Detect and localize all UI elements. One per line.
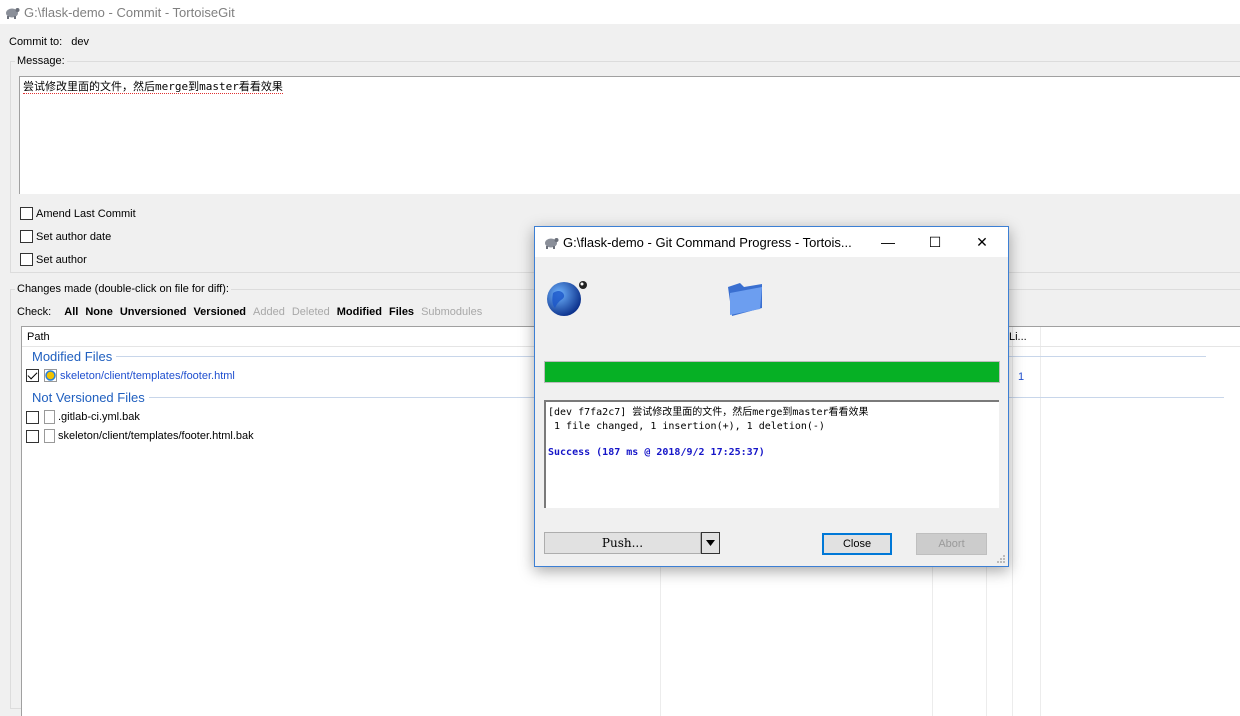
window-titlebar: G:\flask-demo - Commit - TortoiseGit xyxy=(0,0,1240,24)
close-window-button[interactable]: ✕ xyxy=(959,227,1005,257)
check-label: Check: xyxy=(17,306,52,318)
author-date-checkbox[interactable] xyxy=(20,230,33,243)
file-row-footer-html[interactable]: skeleton/client/templates/footer.html xyxy=(26,369,235,382)
file-row-footer-html-bak[interactable]: skeleton/client/templates/footer.html.ba… xyxy=(26,429,254,443)
progress-fill xyxy=(545,362,999,382)
amend-label: Amend Last Commit xyxy=(36,207,136,220)
author-checkbox[interactable] xyxy=(20,253,33,266)
minimize-button[interactable]: — xyxy=(865,227,911,257)
set-author-option[interactable]: Set author xyxy=(20,253,87,266)
column-path[interactable]: Path xyxy=(27,331,50,343)
dialog-titlebar[interactable]: G:\flask-demo - Git Command Progress - T… xyxy=(535,227,1008,257)
filter-unversioned[interactable]: Unversioned xyxy=(120,306,187,318)
filter-files[interactable]: Files xyxy=(389,306,414,318)
close-button[interactable]: Close xyxy=(822,533,892,555)
push-dropdown-button[interactable] xyxy=(701,532,720,554)
commit-message-text: 尝试修改里面的文件，然后merge到master看看效果 xyxy=(23,80,283,94)
set-author-date-option[interactable]: Set author date xyxy=(20,230,111,243)
group-unversioned-title: Not Versioned Files xyxy=(32,390,145,405)
amend-checkbox[interactable] xyxy=(20,207,33,220)
filter-all[interactable]: All xyxy=(64,306,78,318)
commit-message-input[interactable]: 尝试修改里面的文件，然后merge到master看看效果 xyxy=(19,76,1240,194)
file-checkbox[interactable] xyxy=(26,429,39,443)
globe-icon xyxy=(547,281,587,316)
maximize-button[interactable]: ☐ xyxy=(912,227,958,257)
file-path: skeleton/client/templates/footer.html xyxy=(60,369,235,382)
push-button[interactable]: Push... xyxy=(544,532,701,554)
filter-versioned[interactable]: Versioned xyxy=(193,306,246,318)
modified-file-icon xyxy=(44,369,57,382)
file-lines-added: 1 xyxy=(1018,371,1025,383)
log-line-commit: [dev f7fa2c7] 尝试修改里面的文件，然后merge到master看看… xyxy=(548,407,869,418)
filter-deleted: Deleted xyxy=(291,306,330,318)
file-row-gitlab-ci-bak[interactable]: .gitlab-ci.yml.bak xyxy=(26,410,140,424)
window-title: G:\flask-demo - Commit - TortoiseGit xyxy=(24,4,235,20)
check-filter-bar: Check: All None Unversioned Versioned Ad… xyxy=(17,306,482,318)
chevron-down-icon xyxy=(706,540,715,546)
progress-log[interactable]: [dev f7fa2c7] 尝试修改里面的文件，然后merge到master看看… xyxy=(544,400,999,508)
progress-bar xyxy=(544,361,1000,383)
log-line-stats: 1 file changed, 1 insertion(+), 1 deleti… xyxy=(548,421,825,432)
file-checkbox[interactable] xyxy=(26,369,39,382)
filter-none[interactable]: None xyxy=(85,306,113,318)
changes-legend: Changes made (double-click on file for d… xyxy=(15,283,231,295)
amend-last-commit-option[interactable]: Amend Last Commit xyxy=(20,207,136,220)
file-path: .gitlab-ci.yml.bak xyxy=(58,411,140,423)
filter-submodules: Submodules xyxy=(421,306,483,318)
log-success: Success (187 ms @ 2018/9/2 17:25:37) xyxy=(548,447,765,458)
filter-modified[interactable]: Modified xyxy=(337,306,382,318)
dialog-title: G:\flask-demo - Git Command Progress - T… xyxy=(563,234,852,250)
abort-button: Abort xyxy=(916,533,987,555)
column-lines[interactable]: Li... xyxy=(1009,331,1027,343)
commit-target: Commit to: dev xyxy=(9,36,89,48)
message-legend: Message: xyxy=(15,55,67,67)
file-checkbox[interactable] xyxy=(26,410,39,424)
file-path: skeleton/client/templates/footer.html.ba… xyxy=(58,430,254,442)
document-icon xyxy=(44,410,55,424)
author-label: Set author xyxy=(36,253,87,266)
resize-grip-icon[interactable] xyxy=(996,554,1006,564)
commit-branch: dev xyxy=(71,36,89,48)
document-icon xyxy=(44,429,55,443)
group-modified-title: Modified Files xyxy=(32,349,113,364)
tortoisegit-icon xyxy=(545,238,559,249)
filter-added: Added xyxy=(253,306,285,318)
commit-to-label: Commit to: xyxy=(9,36,63,48)
folder-icon xyxy=(728,283,762,316)
tortoisegit-icon xyxy=(6,8,20,19)
author-date-label: Set author date xyxy=(36,230,112,243)
git-progress-dialog: G:\flask-demo - Git Command Progress - T… xyxy=(534,226,1009,567)
